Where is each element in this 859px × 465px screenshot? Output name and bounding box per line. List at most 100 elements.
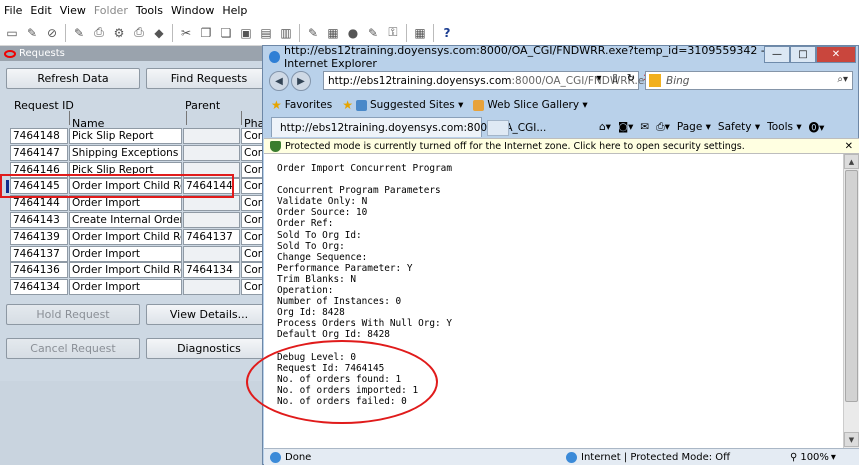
paste-icon[interactable]: ❏ — [218, 25, 234, 41]
request-row[interactable]: 7464134 Order Import Com — [0, 279, 270, 296]
next-step-icon[interactable]: ⎙ — [91, 25, 107, 41]
menu-tools[interactable]: Tools — [132, 4, 167, 17]
zoom-control[interactable]: ⚲ 100% ▾ — [790, 452, 836, 463]
status-bar: Done Internet | Protected Mode: Off ⚲ 10… — [264, 448, 859, 465]
vertical-scrollbar[interactable]: ▲ ▼ — [843, 154, 859, 448]
request-row[interactable]: 7464137 Order Import Com — [0, 245, 270, 263]
request-row[interactable]: 7464136Order Import Child Req1 (O7464134… — [0, 262, 270, 279]
zoom-icon: ⚲ — [790, 451, 798, 463]
toolbar-separator — [299, 23, 300, 42]
menu-edit[interactable]: Edit — [26, 4, 55, 17]
safety-menu[interactable]: Safety ▾ — [718, 121, 760, 133]
navigate-icon[interactable]: ✎ — [24, 25, 40, 41]
scroll-thumb[interactable] — [845, 170, 858, 402]
request-name-cell[interactable]: Shipping Exceptions Repor — [69, 144, 182, 161]
attachments-icon[interactable]: ● — [345, 25, 361, 41]
switch-responsibility-icon[interactable]: ⚙ — [111, 25, 127, 41]
find-requests-button[interactable]: Find Requests — [146, 68, 272, 89]
refresh-icon[interactable]: ↻ — [623, 73, 639, 84]
maximize-icon[interactable]: □ — [790, 46, 816, 63]
web-slice-gallery-button[interactable]: Web Slice Gallery ▾ — [473, 99, 588, 111]
suggested-sites-button[interactable]: ★ Suggested Sites ▾ — [342, 98, 463, 112]
help-icon[interactable]: ⓿▾ — [809, 120, 825, 135]
close-icon[interactable]: ✕ — [816, 46, 856, 63]
lock-icon[interactable]: ⚿ — [385, 25, 401, 41]
menu-file[interactable]: File — [0, 4, 26, 17]
parent-cell[interactable] — [183, 279, 240, 296]
request-row[interactable]: 7464139Order Import Child Req1 (O7464137… — [0, 228, 270, 246]
home-icon[interactable]: ⌂▾ — [599, 121, 611, 133]
feeds-icon[interactable]: ◙▾ — [618, 121, 633, 133]
request-name-cell[interactable]: Order Import Child Req1 (O — [69, 262, 182, 279]
edit-field-icon[interactable]: ▥ — [278, 25, 294, 41]
request-id-cell[interactable]: 7464143 — [10, 212, 68, 228]
request-row[interactable]: 7464148 Pick Slip Report Com — [0, 128, 270, 145]
request-name-cell[interactable]: Order Import Child Req1 (O — [69, 228, 182, 245]
mail-icon[interactable]: ✉ — [640, 121, 649, 133]
parent-cell[interactable] — [183, 212, 240, 228]
hold-request-button[interactable]: Hold Request — [6, 304, 140, 325]
request-row[interactable]: 7464147Shipping Exceptions ReporCom — [0, 144, 270, 162]
minimize-icon[interactable]: — — [764, 46, 790, 63]
folder-tools-icon[interactable]: ✎ — [365, 25, 381, 41]
delete-icon[interactable]: ▤ — [258, 25, 274, 41]
zoom-form-icon[interactable]: ✎ — [305, 25, 321, 41]
parent-cell[interactable] — [183, 128, 240, 144]
parent-cell[interactable]: 7464137 — [183, 228, 240, 245]
print-icon[interactable]: ⎙ — [131, 25, 147, 41]
column-header-parent: Parent — [185, 99, 221, 112]
menu-view[interactable]: View — [56, 4, 90, 17]
request-name-cell[interactable]: Pick Slip Report — [69, 128, 182, 144]
cancel-request-button[interactable]: Cancel Request — [6, 338, 140, 359]
window-icon[interactable]: ▦ — [412, 25, 428, 41]
scroll-down-icon[interactable]: ▼ — [844, 432, 859, 447]
request-id-cell[interactable]: 7464148 — [10, 128, 68, 144]
save-icon[interactable]: ✎ — [71, 25, 87, 41]
parent-cell[interactable] — [183, 245, 240, 262]
new-icon[interactable]: ▭ — [4, 25, 20, 41]
request-row[interactable]: 7464143 Create Internal Orders Com — [0, 212, 270, 229]
forward-icon[interactable]: ▶ — [291, 71, 311, 91]
dropdown-icon[interactable]: ▾ — [591, 73, 607, 84]
web-slice-label: Web Slice Gallery ▾ — [487, 99, 588, 111]
protected-mode-bar[interactable]: Protected mode is currently turned off f… — [264, 138, 859, 154]
menu-folder[interactable]: Folder — [90, 4, 132, 17]
search-icon[interactable]: ⌕▾ — [837, 74, 848, 85]
back-icon[interactable]: ◀ — [269, 71, 289, 91]
help-icon[interactable]: ? — [439, 25, 455, 41]
security-zone[interactable]: Internet | Protected Mode: Off — [566, 451, 730, 463]
refresh-data-button[interactable]: Refresh Data — [6, 68, 140, 89]
favorites-star-icon: ★ — [271, 98, 282, 112]
request-name-cell[interactable]: Order Import — [69, 279, 182, 296]
diagnostics-button[interactable]: Diagnostics — [146, 338, 272, 359]
search-input[interactable]: Bing ⌕▾ — [645, 71, 853, 90]
translations-icon[interactable]: ▦ — [325, 25, 341, 41]
tab-report[interactable]: http://ebs12training.doyensys.com:8000/O… — [271, 117, 546, 137]
cut-icon[interactable]: ✂ — [178, 25, 194, 41]
favorites-button[interactable]: ★ Favorites — [271, 98, 332, 112]
zoom-level: 100% — [800, 451, 829, 463]
request-id-cell[interactable]: 7464136 — [10, 262, 68, 279]
request-id-cell[interactable]: 7464139 — [10, 228, 68, 245]
page-menu[interactable]: Page ▾ — [677, 121, 711, 133]
request-id-cell[interactable]: 7464137 — [10, 245, 68, 262]
print-icon[interactable]: ⎙▾ — [656, 121, 670, 134]
parent-cell[interactable] — [183, 144, 240, 161]
request-id-cell[interactable]: 7464147 — [10, 144, 68, 161]
menu-window[interactable]: Window — [167, 4, 218, 17]
view-details-button[interactable]: View Details... — [146, 304, 272, 325]
close-form-icon[interactable]: ◆ — [151, 25, 167, 41]
request-name-cell[interactable]: Order Import — [69, 245, 182, 262]
parent-cell[interactable]: 7464134 — [183, 262, 240, 279]
tools-menu[interactable]: Tools ▾ — [767, 121, 801, 133]
menu-help[interactable]: Help — [218, 4, 251, 17]
request-id-cell[interactable]: 7464134 — [10, 279, 68, 296]
new-tab-button[interactable] — [487, 120, 509, 136]
zoom-icon[interactable]: ⊘ — [44, 25, 60, 41]
scroll-up-icon[interactable]: ▲ — [844, 154, 859, 169]
clear-record-icon[interactable]: ▣ — [238, 25, 254, 41]
compatibility-icon[interactable]: ▯ — [607, 73, 623, 84]
copy-icon[interactable]: ❐ — [198, 25, 214, 41]
request-name-cell[interactable]: Create Internal Orders — [69, 212, 182, 228]
close-infobar-icon[interactable]: ✕ — [845, 141, 853, 152]
